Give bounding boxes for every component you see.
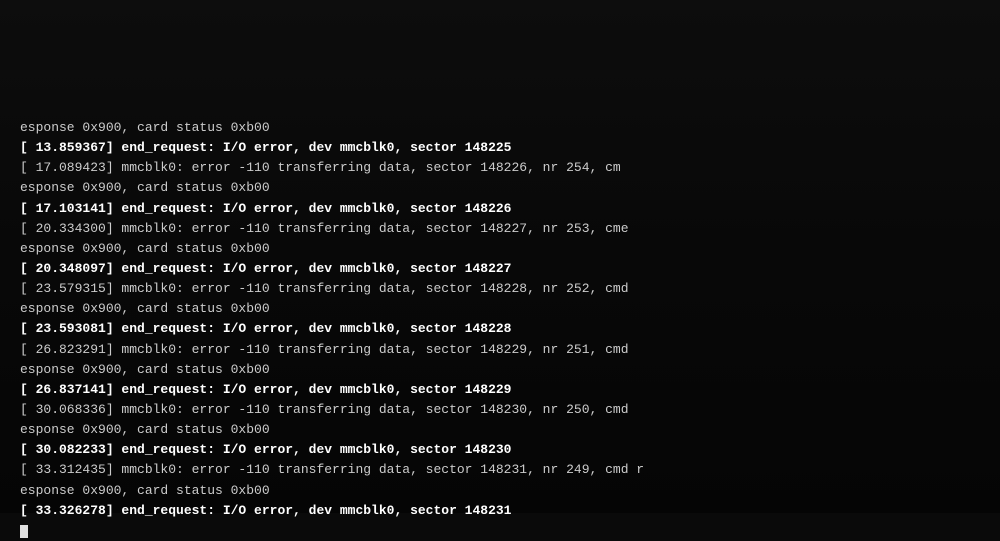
terminal-line: [ 26.823291] mmcblk0: error -110 transfe…	[20, 340, 990, 360]
terminal-line: [ 13.859367] end_request: I/O error, dev…	[20, 138, 990, 158]
terminal-content: esponse 0x900, card status 0xb00[ 13.859…	[20, 118, 990, 513]
terminal-line: esponse 0x900, card status 0xb00	[20, 420, 990, 440]
terminal-line: [ 30.082233] end_request: I/O error, dev…	[20, 440, 990, 460]
terminal-line: esponse 0x900, card status 0xb00	[20, 299, 990, 319]
terminal-line: [ 20.348097] end_request: I/O error, dev…	[20, 259, 990, 279]
terminal-line: [ 30.068336] mmcblk0: error -110 transfe…	[20, 400, 990, 420]
terminal-line: [ 23.579315] mmcblk0: error -110 transfe…	[20, 279, 990, 299]
cursor-line	[20, 521, 990, 541]
terminal-line: esponse 0x900, card status 0xb00	[20, 481, 990, 501]
terminal-line: [ 33.312435] mmcblk0: error -110 transfe…	[20, 460, 990, 480]
terminal-line: [ 26.837141] end_request: I/O error, dev…	[20, 380, 990, 400]
terminal-line: [ 17.089423] mmcblk0: error -110 transfe…	[20, 158, 990, 178]
terminal-line: [ 23.593081] end_request: I/O error, dev…	[20, 319, 990, 339]
terminal-line: esponse 0x900, card status 0xb00	[20, 118, 990, 138]
terminal-line: esponse 0x900, card status 0xb00	[20, 178, 990, 198]
terminal-line: [ 17.103141] end_request: I/O error, dev…	[20, 199, 990, 219]
terminal-line: esponse 0x900, card status 0xb00	[20, 239, 990, 259]
terminal-line: [ 20.334300] mmcblk0: error -110 transfe…	[20, 219, 990, 239]
terminal-line: [ 33.326278] end_request: I/O error, dev…	[20, 501, 990, 521]
terminal-line: esponse 0x900, card status 0xb00	[20, 360, 990, 380]
